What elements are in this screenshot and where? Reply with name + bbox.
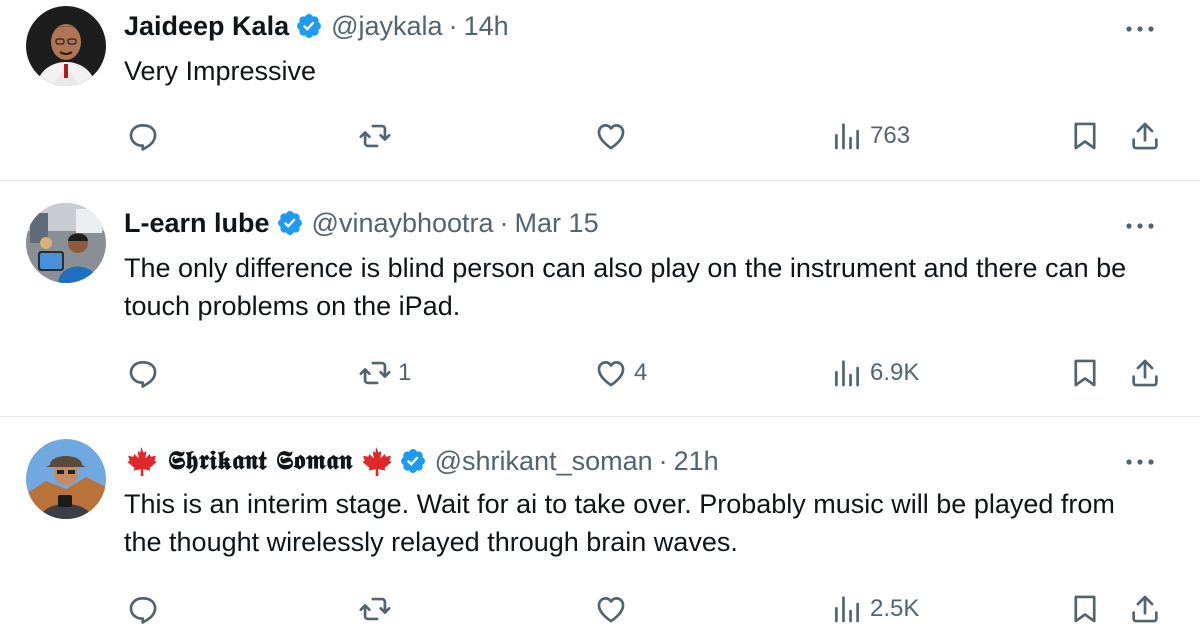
action-bar: 1 4 6.9K	[0, 353, 1200, 393]
avatar[interactable]	[26, 203, 106, 283]
bookmark-icon	[1068, 592, 1102, 626]
retweet-icon	[358, 592, 392, 626]
user-handle[interactable]: @shrikant_soman	[435, 446, 653, 477]
bookmark-button[interactable]	[1068, 116, 1102, 156]
more-button[interactable]	[1120, 447, 1160, 477]
action-bar: 763	[0, 116, 1200, 156]
heart-icon	[594, 119, 628, 153]
views-button[interactable]: 763	[830, 116, 910, 156]
heart-icon	[594, 592, 628, 626]
retweet-icon	[358, 119, 392, 153]
views-chart-icon	[830, 119, 864, 153]
bookmark-button[interactable]	[1068, 353, 1102, 393]
verified-badge-icon	[295, 12, 323, 40]
separator: ·	[448, 10, 458, 41]
reply-icon	[126, 119, 160, 153]
share-icon	[1128, 119, 1162, 153]
retweet-button[interactable]	[358, 116, 398, 156]
bookmark-icon	[1068, 119, 1102, 153]
like-button[interactable]	[594, 589, 634, 629]
views-count: 6.9K	[870, 359, 920, 386]
user-handle[interactable]: @jaykala	[331, 11, 442, 42]
heart-icon	[594, 356, 628, 390]
retweet-count: 1	[398, 359, 412, 386]
timestamp[interactable]: Mar 15	[515, 208, 599, 239]
tweet[interactable]: L-earn lube @vinaybhootra · Mar 15 The o…	[0, 181, 1200, 416]
tweet-header: 𝕾𝖍𝖗𝖎𝖐𝖆𝖓𝖙 𝕾𝖔𝖒𝖆𝖓 @shrikant_soman · 21h	[124, 443, 719, 479]
views-count: 2.5K	[870, 595, 920, 622]
like-button[interactable]: 4	[594, 353, 647, 393]
reply-button[interactable]	[126, 589, 166, 629]
views-chart-icon	[830, 592, 864, 626]
timestamp[interactable]: 21h	[674, 446, 719, 477]
views-button[interactable]: 2.5K	[830, 589, 919, 629]
more-dots-icon	[1125, 222, 1155, 230]
reply-icon	[126, 356, 160, 390]
separator: ·	[658, 445, 668, 476]
action-bar: 2.5K	[0, 589, 1200, 629]
display-name[interactable]: 𝕾𝖍𝖗𝖎𝖐𝖆𝖓𝖙 𝕾𝖔𝖒𝖆𝖓	[168, 446, 353, 477]
verified-badge-icon	[276, 209, 304, 237]
bookmark-icon	[1068, 356, 1102, 390]
more-button[interactable]	[1120, 211, 1160, 241]
tweet-header: Jaideep Kala @jaykala · 14h	[124, 8, 509, 44]
user-handle[interactable]: @vinaybhootra	[312, 208, 494, 239]
share-button[interactable]	[1128, 116, 1162, 156]
display-name[interactable]: Jaideep Kala	[124, 11, 289, 42]
verified-badge-icon	[399, 447, 427, 475]
more-button[interactable]	[1120, 14, 1160, 44]
retweet-button[interactable]	[358, 589, 398, 629]
reply-icon	[126, 592, 160, 626]
avatar[interactable]	[26, 439, 106, 519]
share-icon	[1128, 356, 1162, 390]
more-dots-icon	[1125, 458, 1155, 466]
retweet-button[interactable]: 1	[358, 353, 411, 393]
retweet-icon	[358, 356, 392, 390]
tweet-text: Very Impressive	[124, 56, 317, 86]
maple-leaf-icon	[124, 446, 158, 476]
share-button[interactable]	[1128, 589, 1162, 629]
timestamp[interactable]: 14h	[464, 11, 509, 42]
views-chart-icon	[830, 356, 864, 390]
reply-button[interactable]	[126, 116, 166, 156]
like-count: 4	[634, 359, 648, 386]
display-name[interactable]: L-earn lube	[124, 208, 270, 239]
reply-button[interactable]	[126, 353, 166, 393]
tweet-text: The only difference is blind person can …	[124, 253, 1127, 321]
bookmark-button[interactable]	[1068, 589, 1102, 629]
tweet-header: L-earn lube @vinaybhootra · Mar 15	[124, 205, 599, 241]
tweet-text: This is an interim stage. Wait for ai to…	[124, 489, 1115, 557]
share-button[interactable]	[1128, 353, 1162, 393]
maple-leaf-icon	[359, 446, 393, 476]
separator: ·	[499, 207, 509, 238]
like-button[interactable]	[594, 116, 634, 156]
avatar[interactable]	[26, 6, 106, 86]
views-count: 763	[870, 122, 911, 149]
views-button[interactable]: 6.9K	[830, 353, 919, 393]
tweet[interactable]: 𝕾𝖍𝖗𝖎𝖐𝖆𝖓𝖙 𝕾𝖔𝖒𝖆𝖓 @shrikant_soman · 21h Thi…	[0, 417, 1200, 628]
tweet[interactable]: Jaideep Kala @jaykala · 14h Very Impress…	[0, 0, 1200, 180]
share-icon	[1128, 592, 1162, 626]
more-dots-icon	[1125, 25, 1155, 33]
